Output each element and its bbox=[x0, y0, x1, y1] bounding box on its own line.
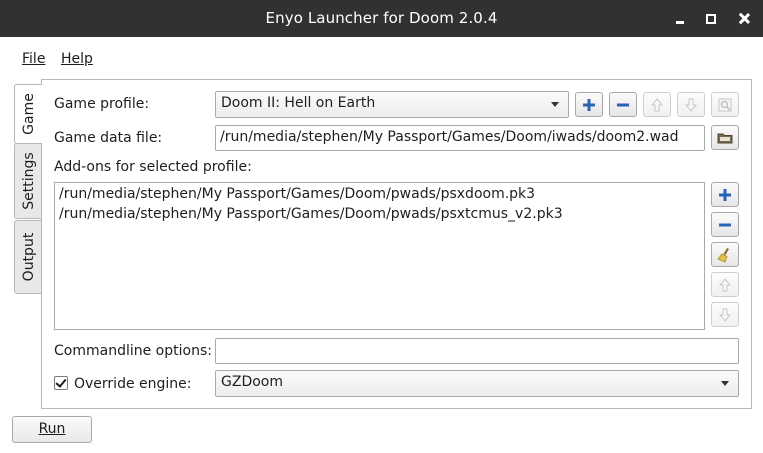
tab-output[interactable]: Output bbox=[14, 220, 42, 294]
menu-help-label: Help bbox=[61, 51, 93, 67]
move-profile-up-button[interactable] bbox=[643, 92, 671, 117]
broom-icon bbox=[717, 248, 729, 263]
run-button[interactable]: Run bbox=[12, 416, 92, 443]
tab-output-label: Output bbox=[20, 232, 37, 282]
clear-addons-button[interactable] bbox=[711, 242, 739, 267]
add-addon-button[interactable] bbox=[711, 182, 739, 207]
browse-data-file-button[interactable] bbox=[711, 125, 739, 150]
menu-bar: File Help bbox=[0, 44, 763, 72]
engine-value: GZDoom bbox=[221, 374, 283, 390]
plus-icon bbox=[583, 99, 595, 111]
menu-file[interactable]: File bbox=[22, 51, 45, 67]
move-addon-up-button[interactable] bbox=[711, 272, 739, 297]
run-button-label: Run bbox=[38, 421, 66, 437]
game-profile-value: Doom II: Hell on Earth bbox=[221, 95, 376, 111]
chevron-down-icon bbox=[721, 381, 729, 386]
tab-settings-label: Settings bbox=[20, 152, 37, 210]
addons-label: Add-ons for selected profile: bbox=[54, 159, 252, 175]
window-titlebar: Enyo Launcher for Doom 2.0.4 bbox=[0, 0, 763, 37]
add-profile-button[interactable] bbox=[575, 92, 603, 117]
game-profile-label: Game profile: bbox=[54, 96, 150, 112]
window-title: Enyo Launcher for Doom 2.0.4 bbox=[265, 9, 498, 27]
minus-icon bbox=[719, 223, 731, 227]
game-profile-select[interactable]: Doom II: Hell on Earth bbox=[215, 91, 569, 118]
list-item[interactable]: /run/media/stephen/My Passport/Games/Doo… bbox=[59, 204, 700, 224]
remove-addon-button[interactable] bbox=[711, 212, 739, 237]
remove-profile-button[interactable] bbox=[609, 92, 637, 117]
tab-game[interactable]: Game bbox=[14, 84, 42, 144]
list-item[interactable]: /run/media/stephen/My Passport/Games/Doo… bbox=[59, 184, 700, 204]
menu-file-label: File bbox=[22, 51, 46, 67]
override-engine-label: Override engine: bbox=[74, 376, 192, 392]
close-icon[interactable] bbox=[732, 7, 756, 31]
arrow-up-icon bbox=[718, 278, 732, 292]
minimize-icon[interactable] bbox=[668, 7, 692, 31]
rename-profile-button[interactable] bbox=[711, 92, 739, 117]
folder-icon bbox=[717, 133, 733, 144]
menu-help[interactable]: Help bbox=[61, 51, 93, 67]
commandline-options-label: Commandline options: bbox=[54, 343, 212, 359]
engine-select[interactable]: GZDoom bbox=[215, 370, 739, 397]
maximize-icon[interactable] bbox=[699, 7, 723, 31]
game-data-file-label: Game data file: bbox=[54, 130, 163, 146]
tab-settings[interactable]: Settings bbox=[14, 143, 42, 219]
override-engine-checkbox[interactable] bbox=[54, 376, 68, 390]
move-profile-down-button[interactable] bbox=[677, 92, 705, 117]
plus-icon bbox=[719, 189, 731, 201]
arrow-down-icon bbox=[718, 308, 732, 322]
arrow-up-icon bbox=[650, 98, 664, 112]
rename-icon bbox=[718, 98, 732, 112]
chevron-down-icon bbox=[551, 102, 559, 107]
arrow-down-icon bbox=[684, 98, 698, 112]
minus-icon bbox=[617, 103, 629, 107]
tab-game-label: Game bbox=[20, 93, 37, 135]
move-addon-down-button[interactable] bbox=[711, 302, 739, 327]
commandline-options-input[interactable] bbox=[215, 338, 739, 364]
game-data-file-input[interactable]: /run/media/stephen/My Passport/Games/Doo… bbox=[215, 125, 705, 151]
addons-list[interactable]: /run/media/stephen/My Passport/Games/Doo… bbox=[54, 182, 705, 330]
